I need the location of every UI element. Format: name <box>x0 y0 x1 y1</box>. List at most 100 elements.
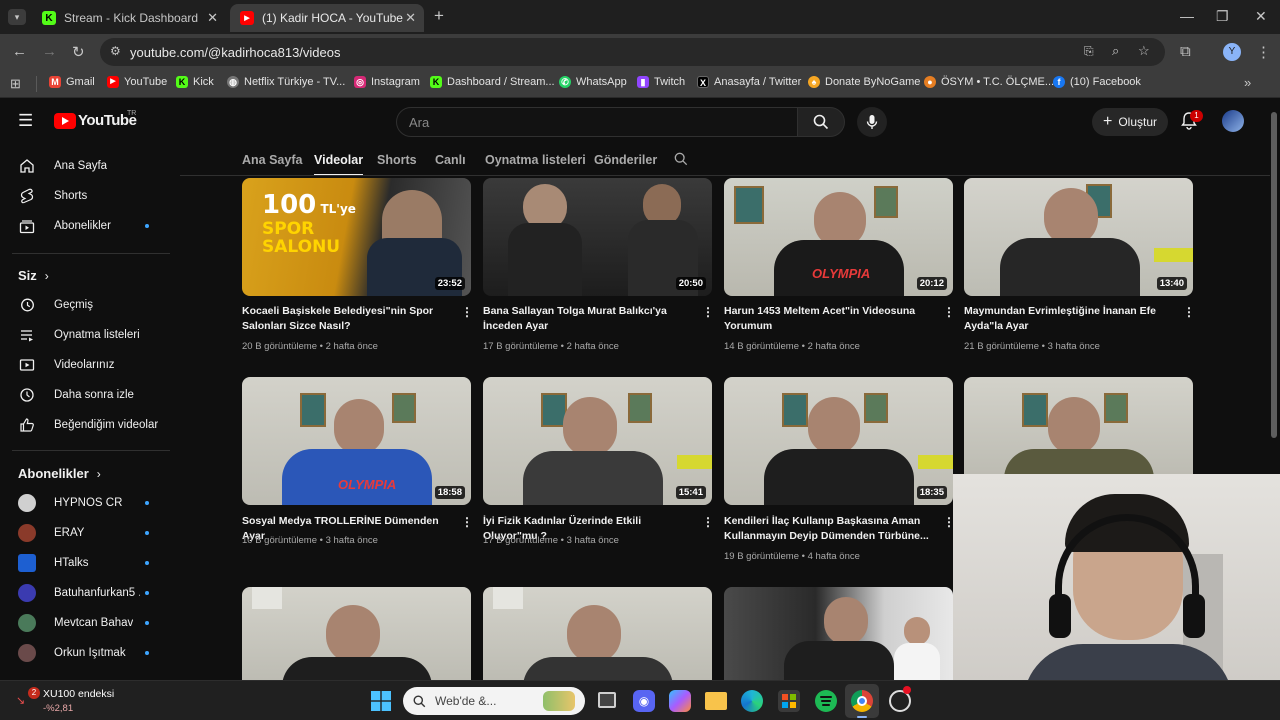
more-options-icon[interactable]: ⋮ <box>943 305 955 319</box>
chrome-taskbar-button[interactable] <box>845 684 879 718</box>
obs-icon[interactable] <box>889 686 911 712</box>
sidebar-item-your-videos[interactable]: Videolarınız <box>0 350 170 380</box>
browser-tab-youtube[interactable]: ▶ (1) Kadir HOCA - YouTube ✕ <box>230 4 424 32</box>
more-options-icon[interactable]: ⋮ <box>702 305 714 319</box>
create-button[interactable]: + Oluştur <box>1092 108 1168 136</box>
bookmark-osym[interactable]: ● ÖSYM • T.C. ÖLÇME... <box>924 76 1054 88</box>
video-thumbnail[interactable]: 18:35 <box>724 377 953 505</box>
video-thumbnail[interactable]: 20:50 <box>483 178 712 296</box>
bookmark-youtube[interactable]: ▶ YouTube <box>107 76 167 88</box>
channel-search-icon[interactable] <box>674 152 688 171</box>
video-thumbnail[interactable]: OLYMPIA 20:12 <box>724 178 953 296</box>
sidebar-item-watch-later[interactable]: Daha sonra izle <box>0 380 170 410</box>
bookmark-twitch[interactable]: ▮ Twitch <box>637 76 685 88</box>
video-thumbnail[interactable]: 13:40 <box>964 178 1193 296</box>
sidebar-heading-you[interactable]: Siz › <box>18 268 49 283</box>
site-info-icon[interactable]: ⚙ <box>110 44 121 58</box>
tab-videos[interactable]: Videolar <box>314 153 364 176</box>
page-scrollbar-thumb[interactable] <box>1271 112 1277 438</box>
discord-icon[interactable]: ◉ <box>633 690 655 712</box>
extensions-icon[interactable]: ⧉ <box>1180 43 1191 60</box>
sidebar-item-history[interactable]: Geçmiş <box>0 290 170 320</box>
bookmark-gmail[interactable]: M Gmail <box>49 76 95 88</box>
stock-widget[interactable]: ↘ 2 XU100 endeksi -%2,81 <box>8 685 138 717</box>
bookmark-bynogame[interactable]: ♠ Donate ByNoGame <box>808 76 920 88</box>
person-figure <box>808 397 860 455</box>
bookmark-star-icon[interactable]: ☆ <box>1138 43 1150 59</box>
tab-live[interactable]: Canlı <box>435 153 466 167</box>
search-button[interactable] <box>797 107 845 137</box>
sidebar-item-subscriptions[interactable]: Abonelikler <box>0 211 170 241</box>
more-bookmarks-icon[interactable]: » <box>1244 75 1251 90</box>
tab-playlists[interactable]: Oynatma listeleri <box>485 153 586 167</box>
bookmark-facebook[interactable]: f (10) Facebook <box>1053 76 1141 88</box>
more-options-icon[interactable]: ⋮ <box>461 305 473 319</box>
bookmark-kick-dashboard[interactable]: K Dashboard / Stream... <box>430 76 555 88</box>
apps-grid-icon[interactable]: ⊞ <box>10 76 21 92</box>
sidebar-sub-batuhanfurkan[interactable]: Batuhanfurkan5 ... <box>0 578 170 608</box>
video-thumbnail[interactable]: 15:41 <box>483 377 712 505</box>
more-options-icon[interactable]: ⋮ <box>461 515 473 529</box>
video-title[interactable]: Maymundan Evrimleştiğine İnanan Efe Ayda"… <box>964 304 1169 334</box>
close-icon[interactable]: ✕ <box>207 10 218 26</box>
tab-search-button[interactable]: ▾ <box>8 9 26 25</box>
voice-search-button[interactable] <box>857 107 887 137</box>
sidebar-sub-mevtcan[interactable]: Mevtcan Bahav <box>0 608 170 638</box>
new-tab-button[interactable]: + <box>434 6 444 26</box>
cast-icon[interactable]: ⎘ <box>1084 44 1094 59</box>
sidebar-item-liked-videos[interactable]: Beğendiğim videolar <box>0 410 170 440</box>
close-window-icon[interactable]: ✕ <box>1255 8 1267 25</box>
copilot-icon[interactable] <box>669 690 691 712</box>
microsoft-store-icon[interactable] <box>778 690 800 712</box>
sidebar-sub-eray[interactable]: ERAY <box>0 518 170 548</box>
sidebar-sub-orkun[interactable]: Orkun Işıtmak <box>0 638 170 668</box>
back-icon[interactable]: ← <box>12 43 27 60</box>
task-view-icon[interactable] <box>598 692 616 708</box>
sidebar-sub-hypnos[interactable]: HYPNOS CR <box>0 488 170 518</box>
sidebar-item-home[interactable]: Ana Sayfa <box>0 151 170 181</box>
video-thumbnail[interactable] <box>724 587 953 680</box>
address-bar[interactable]: ⚙ youtube.com/@kadirhoca813/videos ⎘ ⌕ ☆ <box>100 38 1165 66</box>
minimize-icon[interactable]: — <box>1180 8 1194 24</box>
tab-posts[interactable]: Gönderiler <box>594 153 657 167</box>
restore-icon[interactable]: ❐ <box>1216 8 1229 25</box>
video-thumbnail[interactable]: OLYMPIA 18:58 <box>242 377 471 505</box>
account-avatar[interactable] <box>1222 110 1244 132</box>
video-thumbnail[interactable] <box>964 377 1193 474</box>
reload-icon[interactable]: ↻ <box>72 43 85 61</box>
hamburger-menu-icon[interactable]: ☰ <box>18 111 33 131</box>
file-explorer-icon[interactable] <box>705 692 727 710</box>
search-input[interactable]: Ara <box>396 107 798 137</box>
close-icon[interactable]: ✕ <box>405 10 416 26</box>
zoom-icon[interactable]: ⌕ <box>1112 43 1119 59</box>
video-title[interactable]: Kendileri İlaç Kullanıp Başkasına Aman Ku… <box>724 514 934 544</box>
browser-tab-kick[interactable]: K Stream - Kick Dashboard ✕ <box>32 4 226 32</box>
browser-menu-icon[interactable]: ⋮ <box>1256 43 1271 61</box>
more-options-icon[interactable]: ⋮ <box>702 515 714 529</box>
video-title[interactable]: Bana Sallayan Tolga Murat Balıkcı'ya İnce… <box>483 304 688 334</box>
video-thumbnail[interactable] <box>242 587 471 680</box>
video-title[interactable]: Kocaeli Başiskele Belediyesi"nin Spor Sal… <box>242 304 447 334</box>
sidebar-sub-htalks[interactable]: HTalks <box>0 548 170 578</box>
video-title[interactable]: Harun 1453 Meltem Acet"in Videosuna Yorum… <box>724 304 929 334</box>
bookmark-twitter[interactable]: X Anasayfa / Twitter <box>697 76 801 88</box>
forward-icon[interactable]: → <box>42 43 57 60</box>
bookmark-netflix[interactable]: ◍ Netflix Türkiye - TV... <box>227 76 345 88</box>
more-options-icon[interactable]: ⋮ <box>1183 305 1195 319</box>
youtube-logo-icon[interactable] <box>54 113 76 129</box>
tab-shorts[interactable]: Shorts <box>377 153 417 167</box>
edge-icon[interactable] <box>741 690 763 712</box>
bookmark-kick[interactable]: K Kick <box>176 76 214 88</box>
video-thumbnail[interactable] <box>483 587 712 680</box>
bookmark-whatsapp[interactable]: ✆ WhatsApp <box>559 76 627 88</box>
tab-home[interactable]: Ana Sayfa <box>242 153 302 167</box>
sidebar-item-playlists[interactable]: Oynatma listeleri <box>0 320 170 350</box>
video-thumbnail[interactable]: 100 TL'ye SPOR SALONU 23:52 <box>242 178 471 296</box>
windows-start-icon[interactable] <box>371 691 391 716</box>
spotify-icon[interactable] <box>815 690 837 712</box>
bookmark-instagram[interactable]: ◎ Instagram <box>354 76 420 88</box>
taskbar-search-box[interactable]: Web'de &... <box>403 687 585 715</box>
sidebar-heading-subscriptions[interactable]: Abonelikler › <box>18 466 101 481</box>
sidebar-item-shorts[interactable]: Shorts <box>0 181 170 211</box>
profile-avatar[interactable]: Y <box>1223 43 1241 61</box>
